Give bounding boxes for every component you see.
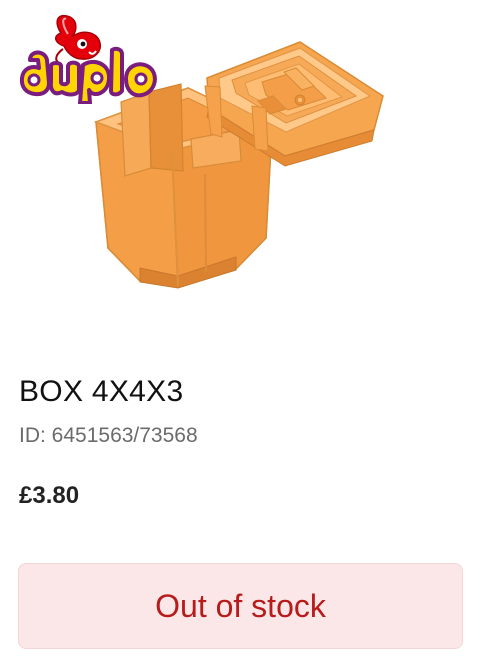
duplo-rabbit-icon <box>54 14 101 64</box>
product-id: ID: 6451563/73568 <box>19 424 198 447</box>
product-card: BOX 4X4X3 ID: 6451563/73568 £3.80 Out of… <box>0 0 482 664</box>
product-title: BOX 4X4X3 <box>19 375 184 408</box>
out-of-stock-button[interactable]: Out of stock <box>18 563 463 649</box>
product-price: £3.80 <box>19 482 80 509</box>
duplo-logo <box>19 14 157 104</box>
product-image[interactable] <box>0 0 482 335</box>
